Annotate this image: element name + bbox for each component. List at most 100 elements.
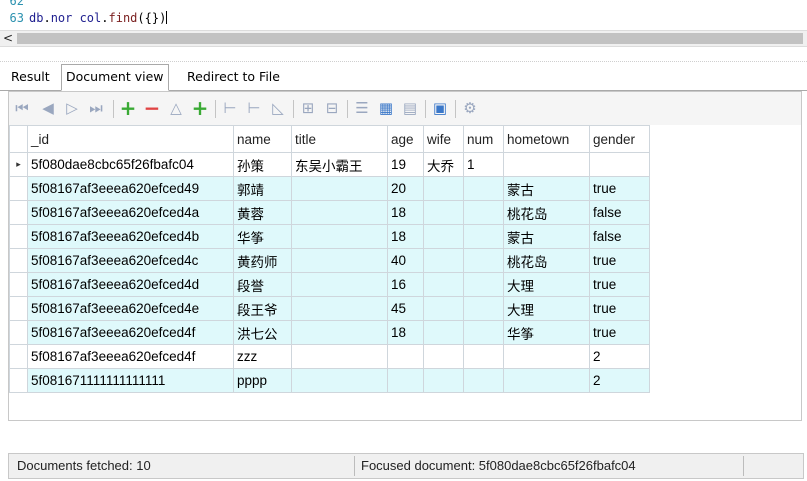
table-cell-num[interactable]: 1 (463, 152, 504, 177)
documents-grid[interactable]: _id name title age wife num hometown gen… (8, 125, 802, 421)
column-header[interactable]: title (291, 125, 388, 153)
table-cell-title[interactable] (291, 224, 388, 249)
column-header[interactable]: num (463, 125, 504, 153)
row-indicator[interactable] (9, 200, 28, 225)
edit-field-icon[interactable]: ◺ (269, 99, 287, 117)
table-cell-id[interactable]: 5f080dae8cbc65f26fbafc04 (27, 152, 234, 177)
table-cell-wife[interactable] (423, 248, 464, 273)
table-cell-hometown[interactable]: 桃花岛 (503, 200, 590, 225)
table-cell-title[interactable]: 东吴小霸王 (291, 152, 388, 177)
column-header[interactable]: _id (27, 125, 234, 153)
table-cell-num[interactable] (463, 320, 504, 345)
table-cell-num[interactable] (463, 344, 504, 369)
add-copy-icon[interactable]: + (191, 98, 209, 118)
add-document-icon[interactable]: + (119, 98, 137, 118)
table-cell-name[interactable]: 郭靖 (233, 176, 292, 201)
table-cell-gender[interactable]: 2 (589, 368, 650, 393)
table-cell-wife[interactable] (423, 200, 464, 225)
table-cell-hometown[interactable]: 蒙古 (503, 176, 590, 201)
column-header[interactable]: wife (423, 125, 464, 153)
table-cell-gender[interactable]: true (589, 248, 650, 273)
table-cell-name[interactable]: pppp (233, 368, 292, 393)
table-cell-title[interactable] (291, 176, 388, 201)
row-indicator[interactable] (9, 248, 28, 273)
row-indicator[interactable] (9, 272, 28, 297)
table-cell-gender[interactable] (589, 152, 650, 177)
table-row[interactable]: 5f08167af3eeea620efced4e 段王爷 45 大理 true (9, 296, 650, 321)
table-cell-name[interactable]: 孙策 (233, 152, 292, 177)
table-row[interactable]: 5f08167af3eeea620efced4a 黄蓉 18 桃花岛 false (9, 200, 650, 225)
query-editor[interactable]: 62 63 db.nor col.find({}) (0, 0, 807, 30)
table-cell-hometown[interactable] (503, 152, 590, 177)
table-cell-name[interactable]: 黄蓉 (233, 200, 292, 225)
table-cell-name[interactable]: zzz (233, 344, 292, 369)
table-cell-id[interactable]: 5f08167af3eeea620efced4f (27, 320, 234, 345)
table-cell-hometown[interactable]: 大理 (503, 272, 590, 297)
table-cell-id[interactable]: 5f08167af3eeea620efced4d (27, 272, 234, 297)
export-icon[interactable]: ▣ (431, 99, 449, 117)
table-cell-num[interactable] (463, 272, 504, 297)
column-header[interactable]: gender (589, 125, 650, 153)
table-row[interactable]: 5f081671111111111111 pppp 2 (9, 368, 650, 393)
table-cell-title[interactable] (291, 368, 388, 393)
table-cell-age[interactable] (387, 344, 424, 369)
table-cell-age[interactable]: 19 (387, 152, 424, 177)
table-cell-wife[interactable] (423, 224, 464, 249)
table-cell-age[interactable]: 16 (387, 272, 424, 297)
table-cell-id[interactable]: 5f08167af3eeea620efced4e (27, 296, 234, 321)
row-indicator[interactable] (9, 176, 28, 201)
tab-redirect-to-file[interactable]: Redirect to File (183, 65, 284, 89)
table-cell-gender[interactable]: true (589, 272, 650, 297)
table-cell-num[interactable] (463, 176, 504, 201)
form-view-icon[interactable]: ▤ (401, 99, 419, 117)
table-cell-gender[interactable]: true (589, 176, 650, 201)
grid-view-icon[interactable]: ▦ (377, 99, 395, 117)
table-cell-wife[interactable]: 大乔 (423, 152, 464, 177)
table-cell-age[interactable]: 18 (387, 320, 424, 345)
table-row[interactable]: 5f08167af3eeea620efced4d 段誉 16 大理 true (9, 272, 650, 297)
table-cell-wife[interactable] (423, 320, 464, 345)
table-cell-num[interactable] (463, 296, 504, 321)
remove-field-icon[interactable]: ⊢ (245, 99, 263, 117)
table-cell-age[interactable]: 20 (387, 176, 424, 201)
table-cell-name[interactable]: 黄药师 (233, 248, 292, 273)
column-header[interactable]: hometown (503, 125, 590, 153)
code-text[interactable]: db.nor col.find({}) (29, 11, 168, 25)
table-cell-name[interactable]: 洪七公 (233, 320, 292, 345)
scrollbar-thumb[interactable] (17, 33, 803, 44)
horizontal-scrollbar[interactable]: < (0, 30, 807, 47)
settings-icon[interactable]: ⚙ (461, 99, 479, 117)
prev-record-icon[interactable]: ◀ (39, 99, 57, 117)
table-cell-id[interactable]: 5f08167af3eeea620efced4b (27, 224, 234, 249)
move-up-icon[interactable]: △ (167, 99, 185, 117)
table-cell-title[interactable] (291, 248, 388, 273)
table-cell-num[interactable] (463, 224, 504, 249)
add-field-icon[interactable]: ⊢ (221, 99, 239, 117)
table-cell-id[interactable]: 5f08167af3eeea620efced4a (27, 200, 234, 225)
table-row[interactable]: 5f08167af3eeea620efced49 郭靖 20 蒙古 true (9, 176, 650, 201)
scroll-left-icon[interactable]: < (0, 31, 16, 46)
row-indicator[interactable] (9, 344, 28, 369)
table-cell-wife[interactable] (423, 176, 464, 201)
table-cell-wife[interactable] (423, 344, 464, 369)
row-indicator[interactable] (9, 224, 28, 249)
table-cell-hometown[interactable] (503, 368, 590, 393)
table-cell-gender[interactable]: true (589, 320, 650, 345)
table-cell-name[interactable]: 华筝 (233, 224, 292, 249)
table-cell-age[interactable]: 18 (387, 200, 424, 225)
table-cell-gender[interactable]: false (589, 200, 650, 225)
delete-document-icon[interactable]: − (143, 98, 161, 118)
expand-icon[interactable]: ⊞ (299, 99, 317, 117)
table-cell-gender[interactable]: true (589, 296, 650, 321)
row-indicator[interactable]: ▸ (9, 152, 28, 177)
table-cell-id[interactable]: 5f081671111111111111 (27, 368, 234, 393)
table-cell-hometown[interactable]: 桃花岛 (503, 248, 590, 273)
table-row[interactable]: ▸ 5f080dae8cbc65f26fbafc04 孙策 东吴小霸王 19 大乔 1 (9, 152, 650, 177)
table-cell-hometown[interactable]: 蒙古 (503, 224, 590, 249)
table-row[interactable]: 5f08167af3eeea620efced4f zzz 2 (9, 344, 650, 369)
table-cell-name[interactable]: 段王爷 (233, 296, 292, 321)
table-cell-id[interactable]: 5f08167af3eeea620efced4c (27, 248, 234, 273)
table-cell-gender[interactable]: false (589, 224, 650, 249)
table-cell-age[interactable] (387, 368, 424, 393)
table-cell-title[interactable] (291, 272, 388, 297)
